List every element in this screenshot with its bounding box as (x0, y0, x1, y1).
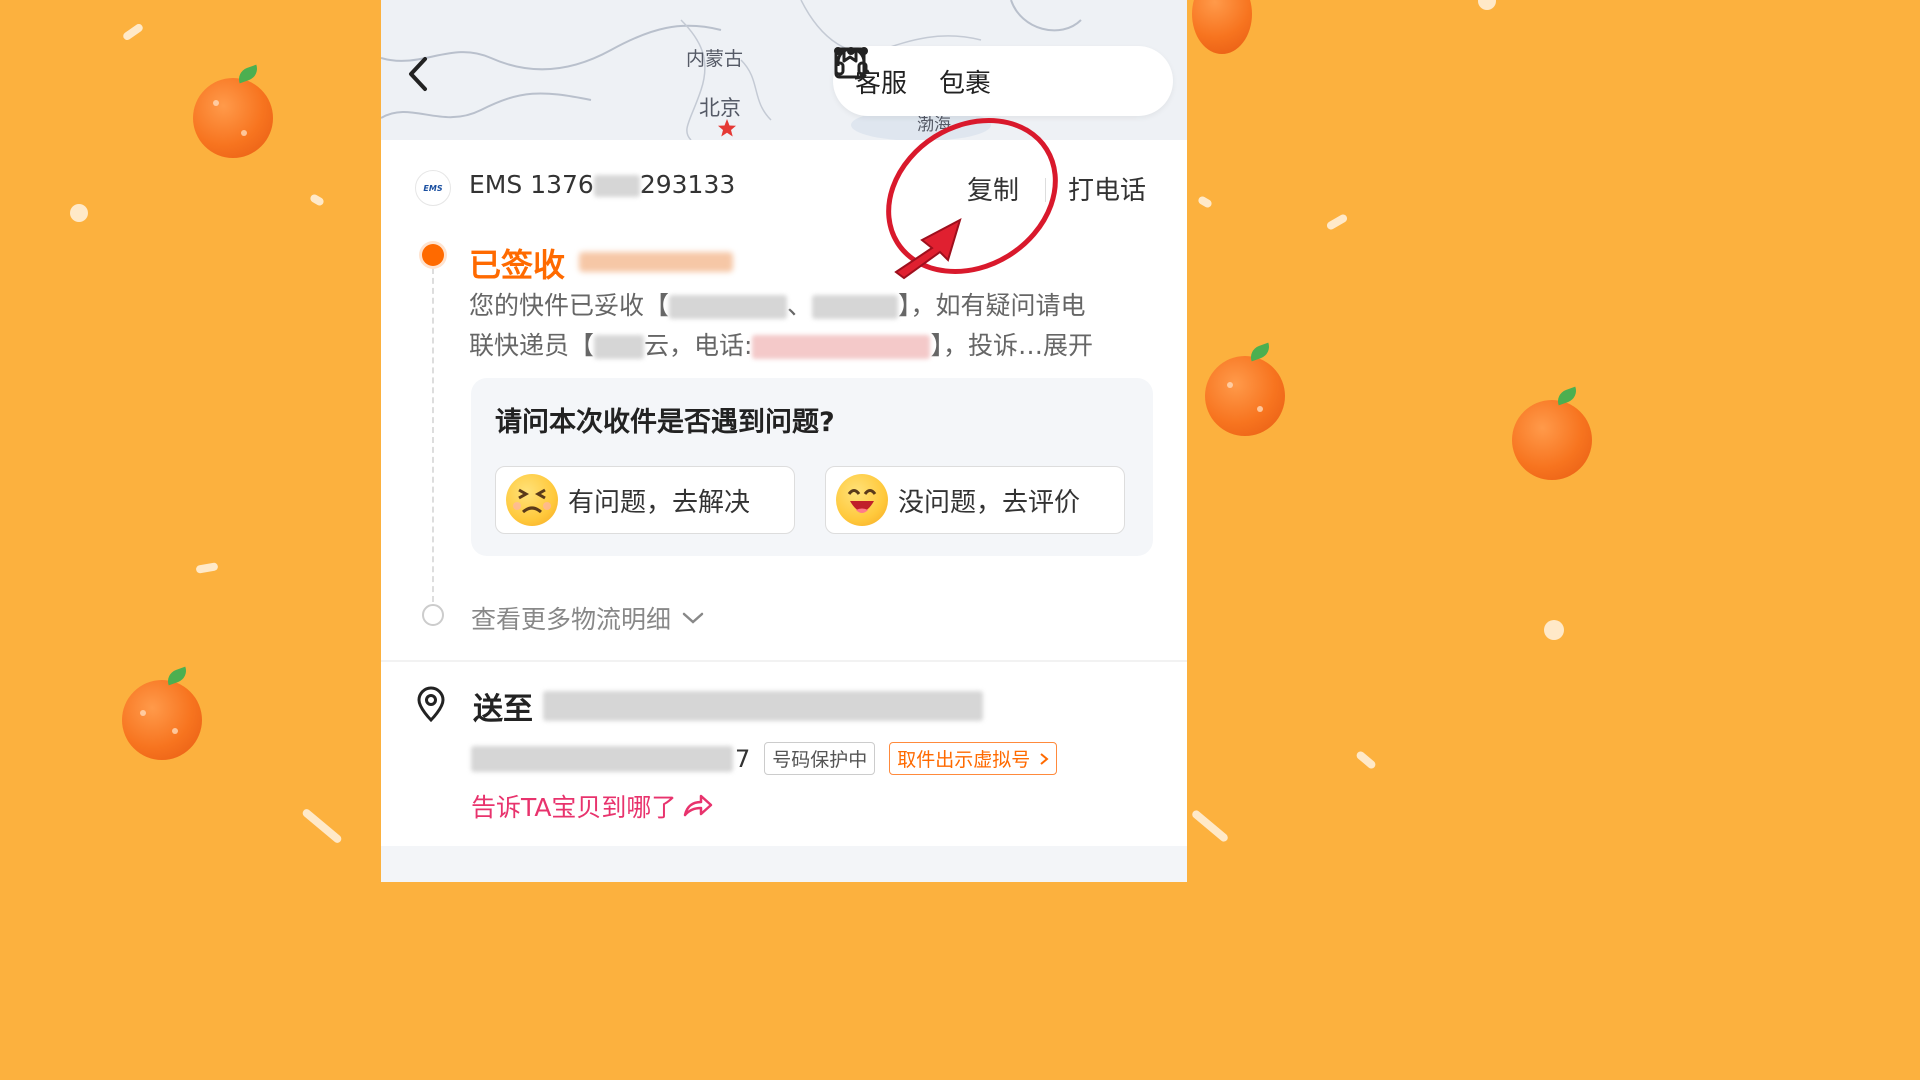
delivery-detail[interactable]: 您的快件已妥收【、】，如有疑问请电 联快递员【 云，电话: 】，投诉…展开 (469, 286, 1157, 366)
has-problem-label: 有问题，去解决 (568, 487, 751, 518)
orange-fruit-icon (1205, 356, 1285, 436)
confetti-dash (1196, 195, 1214, 209)
detail-text: 】，投诉…展开 (930, 331, 1093, 360)
happy-face-icon (836, 474, 888, 526)
delivery-address-section: 送至 7 号码保护中 取件出示虚拟号 告诉TA宝贝到哪了 (381, 662, 1187, 844)
app-screen: 内蒙古 北京 渤海 客服 包裹 EMS EMS 1376 293133 复制 打… (381, 0, 1187, 882)
phone-tail: 7 (735, 744, 751, 773)
action-divider (1045, 178, 1046, 202)
tracking-redacted (593, 175, 640, 197)
survey-question: 请问本次收件是否遇到问题? (495, 407, 835, 438)
address-redacted (543, 691, 983, 721)
logistics-card: EMS EMS 1376 293133 复制 打电话 已签收 您的快件已妥收【、】… (381, 140, 1187, 660)
copy-button[interactable]: 复制 (967, 170, 1019, 207)
redacted-phone (752, 335, 931, 359)
header-actions: 客服 包裹 (833, 46, 1173, 116)
has-problem-button[interactable]: 有问题，去解决 (495, 466, 795, 534)
share-location-label: 告诉TA宝贝到哪了 (471, 793, 677, 822)
confetti-dash (1325, 213, 1349, 231)
more-details-link[interactable]: 查看更多物流明细 (471, 600, 705, 636)
confetti-dash (308, 193, 326, 207)
orange-fruit-icon (122, 680, 202, 760)
detail-text: 云，电话: (644, 331, 753, 360)
logistics-map[interactable]: 内蒙古 北京 渤海 客服 包裹 (381, 0, 1187, 140)
orange-fruit-icon (1512, 400, 1592, 480)
confetti-dash (195, 562, 219, 574)
chevron-down-icon (682, 612, 704, 624)
share-location-link[interactable]: 告诉TA宝贝到哪了 (471, 788, 714, 824)
deliver-to-heading[interactable]: 送至 (473, 684, 983, 728)
deliver-to-label: 送至 (473, 692, 533, 727)
bottom-area (381, 846, 1187, 882)
privacy-tag: 号码保护中 (764, 742, 876, 775)
no-problem-button[interactable]: 没问题，去评价 (825, 466, 1125, 534)
more-details-label: 查看更多物流明细 (471, 605, 672, 634)
status-time-redacted (579, 252, 733, 272)
tracking-prefix: 1376 (530, 170, 594, 199)
timeline-line (432, 258, 434, 612)
confetti-dash (121, 22, 145, 42)
chevron-left-icon (409, 57, 427, 91)
virtual-number-label: 取件出示虚拟号 (897, 749, 1031, 771)
chevron-right-icon (1040, 753, 1049, 765)
ems-logo: EMS (415, 170, 451, 206)
detail-text: 您的快件已妥收【 (469, 291, 670, 320)
confetti-dot (1544, 620, 1564, 640)
confetti-dot (70, 204, 88, 222)
location-star-icon (718, 119, 736, 137)
location-pin-icon (417, 686, 445, 722)
back-button[interactable] (407, 56, 447, 104)
receipt-survey: 请问本次收件是否遇到问题? 有问题，去解决 没问题，去评价 (471, 378, 1153, 556)
frustrated-face-icon (506, 474, 558, 526)
recipient-phone-row: 7 号码保护中 取件出示虚拟号 (471, 742, 1058, 775)
timeline-dot-more (422, 604, 444, 626)
package-button[interactable]: 包裹 (834, 47, 992, 100)
carrier-name: EMS (469, 170, 523, 199)
orange-fruit-icon (1192, 0, 1252, 54)
share-arrow-icon (684, 794, 713, 817)
call-button[interactable]: 打电话 (1068, 170, 1146, 207)
confetti-dash (301, 807, 343, 845)
confetti-dash (1190, 808, 1230, 844)
timeline-dot-active (422, 244, 444, 266)
tracking-suffix: 293133 (639, 170, 736, 199)
orange-fruit-icon (193, 78, 273, 158)
package-label: 包裹 (939, 68, 992, 99)
confetti-dot (1478, 0, 1496, 10)
no-problem-label: 没问题，去评价 (898, 487, 1081, 518)
map-label-inner-mongolia: 内蒙古 (686, 48, 744, 70)
confetti-dash (1355, 749, 1377, 771)
redacted-text (812, 295, 899, 319)
redacted-text (669, 295, 788, 319)
detail-text: 】，如有疑问请电 (898, 291, 1086, 320)
delivery-status: 已签收 (469, 246, 566, 284)
redacted-text (594, 335, 645, 359)
virtual-number-button[interactable]: 取件出示虚拟号 (889, 742, 1058, 775)
detail-line-2: 联快递员【 云，电话: 】，投诉…展开 (469, 326, 1157, 366)
detail-text: 联快递员【 (469, 331, 595, 360)
detail-line-1: 您的快件已妥收【、】，如有疑问请电 (469, 291, 1086, 320)
tracking-number: EMS 1376 293133 (469, 170, 735, 199)
recipient-redacted (471, 745, 733, 772)
ellipsis-icon (834, 47, 868, 55)
